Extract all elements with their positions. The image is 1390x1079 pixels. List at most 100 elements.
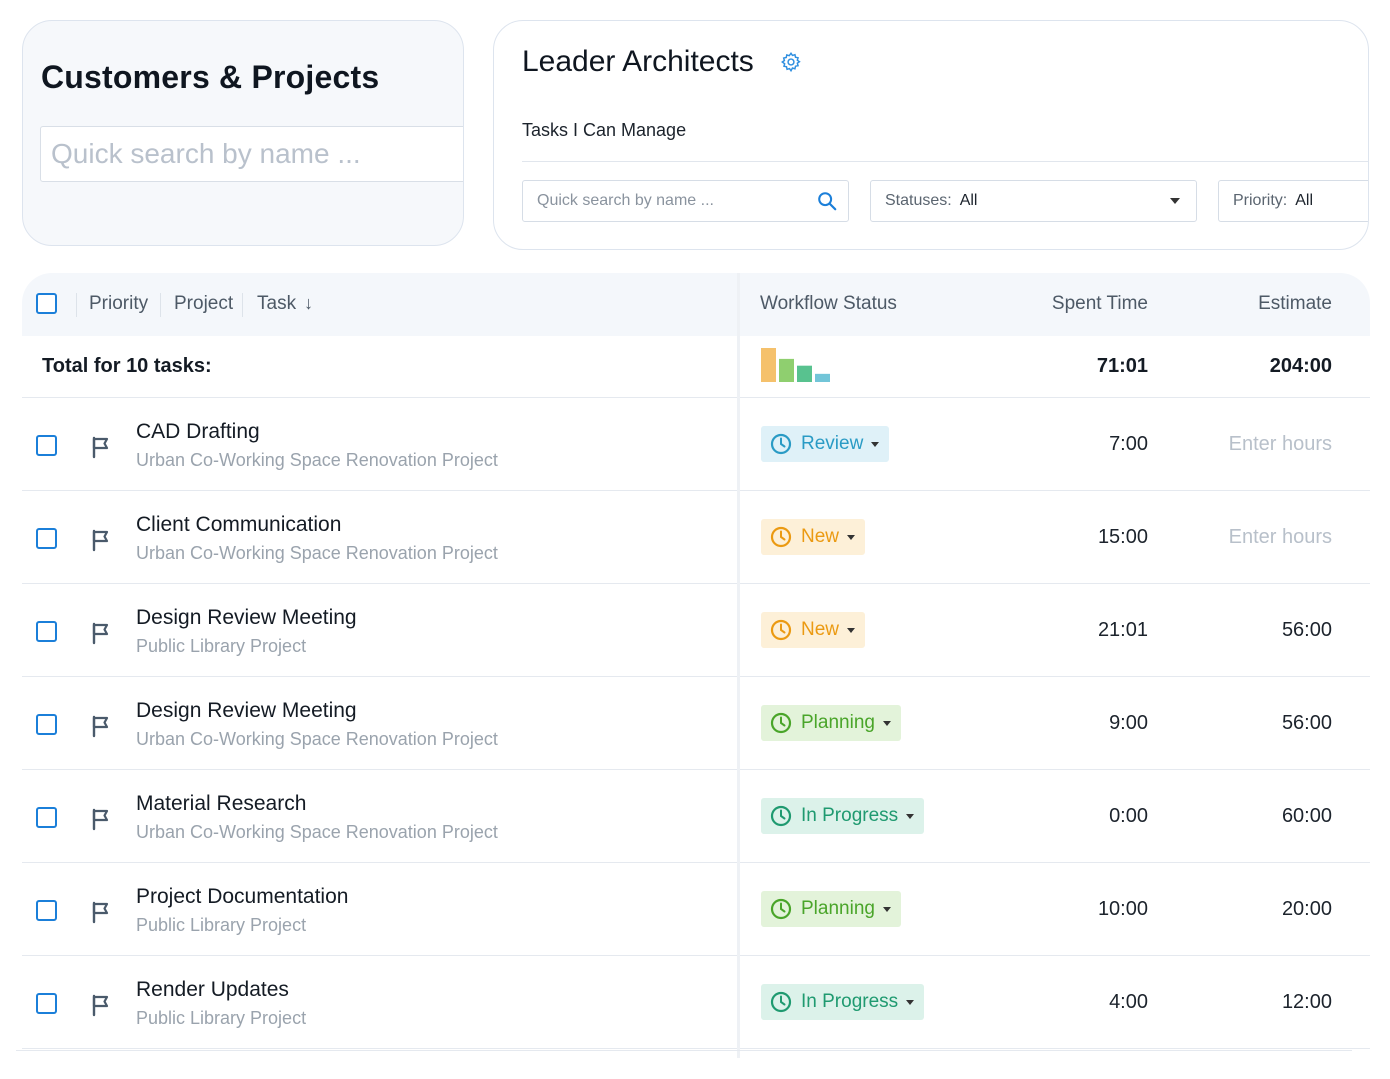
caret-down-icon (871, 441, 880, 447)
project-name[interactable]: Public Library Project (136, 636, 306, 657)
column-header-task-label: Task (257, 293, 297, 314)
estimate-input[interactable]: 56:00 (1282, 619, 1332, 642)
table-row[interactable]: Design Review Meeting Urban Co-Working S… (22, 677, 1370, 770)
estimate-input[interactable]: Enter hours (1229, 526, 1332, 549)
table-row[interactable]: CAD Drafting Urban Co-Working Space Reno… (22, 398, 1370, 491)
status-dropdown[interactable]: Review (761, 426, 890, 462)
task-name[interactable]: Project Documentation (136, 885, 348, 909)
status-dropdown[interactable]: Planning (761, 705, 901, 741)
table-header: Priority Project Task ↓ Workflow Status S… (22, 273, 1370, 336)
table-row[interactable]: Render Updates Public Library Project In… (22, 956, 1370, 1049)
priority-filter-dropdown[interactable]: Priority: All (1218, 180, 1368, 222)
status-label: Review (801, 433, 864, 454)
caret-down-icon (847, 534, 856, 540)
project-name[interactable]: Public Library Project (136, 1008, 306, 1029)
header-separator (76, 293, 77, 317)
row-checkbox[interactable] (36, 900, 57, 921)
row-checkbox[interactable] (36, 714, 57, 735)
project-name[interactable]: Urban Co-Working Space Renovation Projec… (136, 822, 498, 843)
estimate-input[interactable]: 60:00 (1282, 805, 1332, 828)
status-dropdown[interactable]: In Progress (761, 798, 925, 834)
row-checkbox[interactable] (36, 528, 57, 549)
gear-icon[interactable] (780, 51, 802, 73)
customers-projects-title: Customers & Projects (41, 59, 380, 95)
flag-icon[interactable] (90, 714, 112, 738)
table-row[interactable]: Client Communication Urban Co-Working Sp… (22, 491, 1370, 584)
status-label: In Progress (801, 991, 899, 1012)
column-divider (737, 273, 740, 1058)
total-row: Total for 10 tasks: 71:01 204:00 (22, 336, 1370, 398)
task-name[interactable]: Design Review Meeting (136, 606, 357, 630)
spent-time-value[interactable]: 15:00 (1098, 526, 1148, 549)
project-name[interactable]: Urban Co-Working Space Renovation Projec… (136, 543, 498, 564)
project-name[interactable]: Public Library Project (136, 915, 306, 936)
flag-icon[interactable] (90, 900, 112, 924)
project-name[interactable]: Urban Co-Working Space Renovation Projec… (136, 729, 498, 750)
statuses-filter-dropdown[interactable]: Statuses: All (870, 180, 1197, 222)
total-label: Total for 10 tasks: (42, 355, 212, 377)
flag-icon[interactable] (90, 993, 112, 1017)
clock-icon (770, 619, 792, 641)
clock-icon (770, 712, 792, 734)
column-header-workflow-status[interactable]: Workflow Status (760, 293, 897, 315)
task-name[interactable]: Render Updates (136, 978, 289, 1002)
caret-down-icon (1170, 198, 1180, 204)
row-checkbox[interactable] (36, 435, 57, 456)
column-header-project[interactable]: Project (174, 293, 233, 315)
task-search-box[interactable] (522, 180, 849, 222)
flag-icon[interactable] (90, 621, 112, 645)
status-bar-planning (779, 358, 794, 382)
spent-time-value[interactable]: 4:00 (1109, 991, 1148, 1014)
caret-down-icon (847, 627, 856, 633)
status-dropdown[interactable]: In Progress (761, 984, 925, 1020)
estimate-input[interactable]: 12:00 (1282, 991, 1332, 1014)
task-search-input[interactable] (537, 192, 807, 210)
status-dropdown[interactable]: Planning (761, 891, 901, 927)
priority-filter-label: Priority: (1233, 192, 1288, 209)
flag-icon[interactable] (90, 435, 112, 459)
status-label: New (801, 619, 840, 640)
search-icon[interactable] (816, 190, 838, 212)
row-checkbox[interactable] (36, 621, 57, 642)
tasks-table: Priority Project Task ↓ Workflow Status S… (22, 273, 1370, 1063)
estimate-input[interactable]: Enter hours (1229, 433, 1332, 456)
column-header-estimate[interactable]: Estimate (1258, 293, 1332, 315)
caret-down-icon (882, 720, 891, 726)
spent-time-value[interactable]: 21:01 (1098, 619, 1148, 642)
estimate-input[interactable]: 56:00 (1282, 712, 1332, 735)
table-row[interactable]: Design Review Meeting Public Library Pro… (22, 584, 1370, 677)
table-row[interactable]: Material Research Urban Co-Working Space… (22, 770, 1370, 863)
spent-time-value[interactable]: 9:00 (1109, 712, 1148, 735)
spent-time-value[interactable]: 0:00 (1109, 805, 1148, 828)
column-header-priority[interactable]: Priority (89, 293, 148, 315)
spent-time-value[interactable]: 10:00 (1098, 898, 1148, 921)
caret-down-icon (906, 999, 915, 1005)
priority-filter-value: All (1295, 192, 1314, 209)
estimate-input[interactable]: 20:00 (1282, 898, 1332, 921)
status-dropdown[interactable]: New (761, 612, 866, 648)
status-distribution-chart (761, 348, 830, 382)
statuses-filter-value: All (959, 192, 978, 209)
flag-icon[interactable] (90, 807, 112, 831)
task-name[interactable]: Design Review Meeting (136, 699, 357, 723)
column-header-spent-time[interactable]: Spent Time (1052, 293, 1148, 315)
project-name[interactable]: Urban Co-Working Space Renovation Projec… (136, 450, 498, 471)
task-name[interactable]: Material Research (136, 792, 306, 816)
total-spent-time: 71:01 (1096, 355, 1148, 377)
task-name[interactable]: CAD Drafting (136, 420, 260, 444)
select-all-checkbox[interactable] (36, 293, 57, 314)
status-dropdown[interactable]: New (761, 519, 866, 555)
sort-arrow-down-icon[interactable]: ↓ (304, 293, 313, 314)
status-bar-new (761, 348, 776, 382)
spent-time-value[interactable]: 7:00 (1109, 433, 1148, 456)
row-checkbox[interactable] (36, 807, 57, 828)
statuses-filter-label: Statuses: (885, 192, 952, 209)
row-checkbox[interactable] (36, 993, 57, 1014)
column-header-task[interactable]: Task ↓ (257, 293, 313, 315)
panel-divider (522, 161, 1368, 162)
task-name[interactable]: Client Communication (136, 513, 341, 537)
table-row[interactable]: Project Documentation Public Library Pro… (22, 863, 1370, 956)
table-bottom-divider (16, 1050, 1352, 1051)
flag-icon[interactable] (90, 528, 112, 552)
customers-search-input[interactable] (40, 126, 463, 182)
